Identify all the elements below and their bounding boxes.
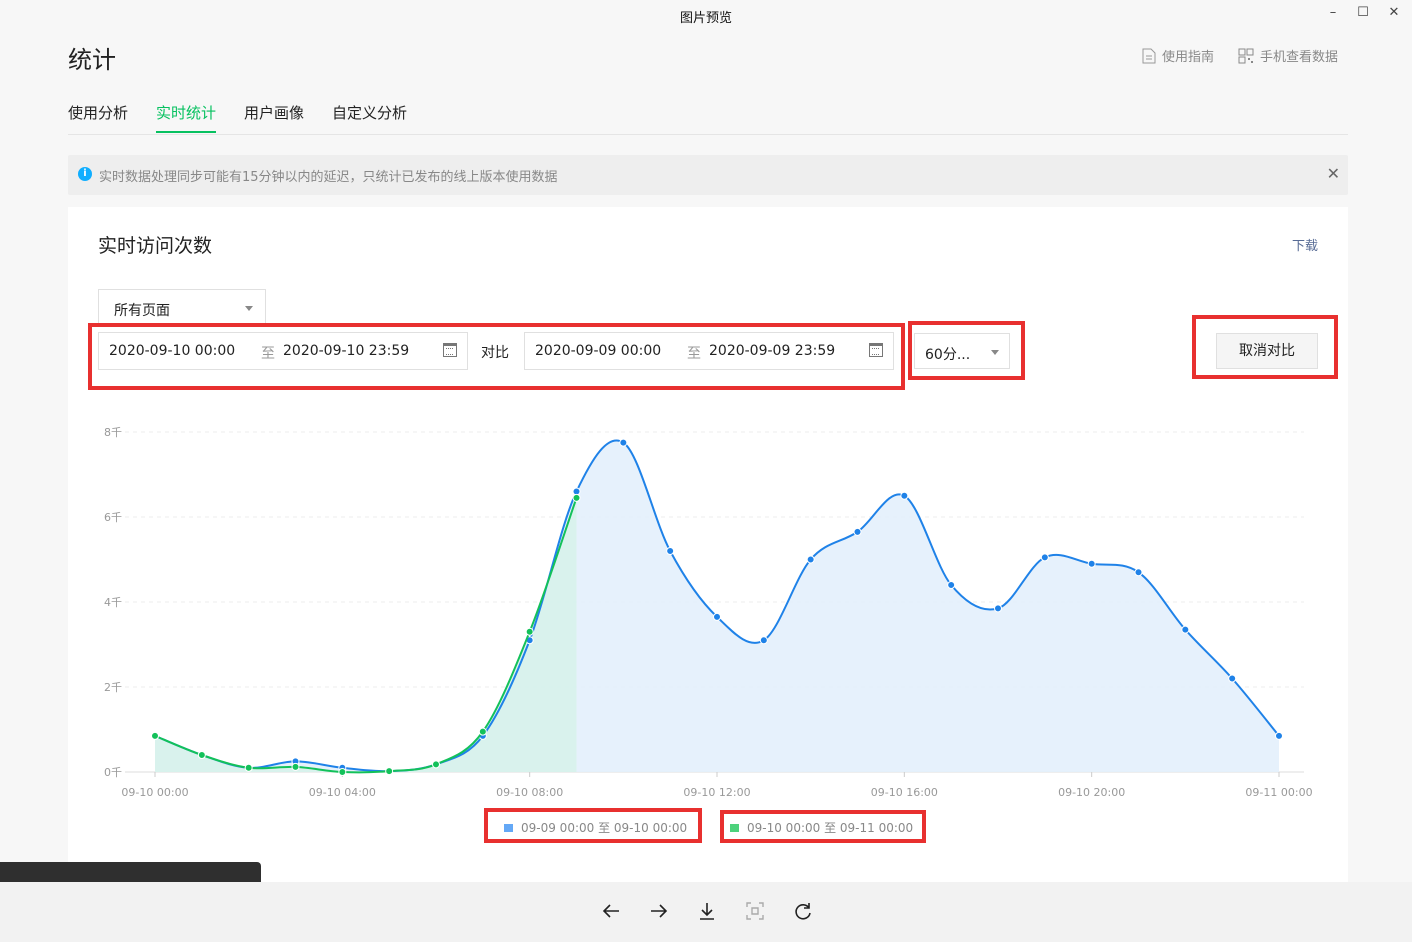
notice-text: 实时数据处理同步可能有15分钟以内的延迟，只统计已发布的线上版本使用数据 (99, 170, 558, 185)
data-point (244, 763, 253, 772)
data-point (572, 493, 581, 502)
y-tick-label: 0千 (104, 766, 122, 779)
window-title: 图片预览 (679, 11, 732, 26)
data-point (900, 491, 909, 500)
download-icon[interactable] (696, 900, 718, 922)
data-point (1275, 731, 1283, 740)
maximize-icon[interactable]: ☐ (1352, 4, 1374, 22)
document-icon (1142, 48, 1156, 64)
x-tick-label: 09-10 08:00 (496, 786, 563, 799)
data-point (947, 581, 956, 589)
x-tick-label: 09-11 00:00 (1245, 786, 1312, 799)
tab-user-profile[interactable]: 用户画像 (244, 102, 304, 131)
tab-bar: 使用分析 实时统计 用户画像 自定义分析 (68, 102, 1348, 135)
tab-usage-analysis[interactable]: 使用分析 (68, 102, 128, 131)
x-tick-label: 09-10 00:00 (121, 786, 188, 799)
mobile-data-link[interactable]: 手机查看数据 (1238, 46, 1338, 65)
x-tick-label: 09-10 12:00 (683, 786, 750, 799)
data-point (1087, 559, 1096, 568)
data-point (1040, 553, 1049, 562)
y-tick-label: 2千 (104, 681, 122, 694)
tab-custom-analysis[interactable]: 自定义分析 (332, 102, 407, 131)
minimize-icon[interactable]: – (1322, 4, 1344, 22)
notice-bar: i 实时数据处理同步可能有15分钟以内的延迟，只统计已发布的线上版本使用数据 ✕ (68, 155, 1348, 195)
data-point (525, 627, 534, 636)
page-select-value: 所有页面 (114, 303, 170, 319)
data-point (338, 768, 347, 776)
page-title: 统计 (68, 46, 116, 74)
guide-link-label: 使用指南 (1162, 50, 1215, 65)
page-select[interactable]: 所有页面 (98, 289, 266, 325)
preview-toolbar (0, 882, 1412, 942)
y-tick-label: 6千 (104, 511, 122, 524)
highlight-legend-blue (484, 808, 702, 843)
data-point (759, 636, 768, 645)
data-point (994, 604, 1002, 613)
data-point (853, 527, 862, 536)
data-point (1134, 568, 1143, 577)
data-point (197, 751, 206, 759)
qr-code-icon (1238, 48, 1254, 64)
data-point (806, 555, 815, 564)
highlight-legend-green (720, 810, 926, 843)
close-icon[interactable]: ✕ (1383, 4, 1405, 22)
data-point (385, 767, 394, 776)
chevron-down-icon (245, 306, 253, 311)
x-tick-label: 09-10 20:00 (1058, 786, 1125, 799)
data-point (291, 762, 300, 771)
guide-link[interactable]: 使用指南 (1142, 46, 1214, 65)
y-tick-label: 4千 (104, 596, 122, 609)
download-link[interactable]: 下载 (1292, 235, 1318, 254)
realtime-visits-card: 实时访问次数 下载 所有页面 2020-09-10 00:00 至 2020-0… (68, 207, 1348, 882)
fit-screen-icon[interactable] (744, 900, 766, 922)
arrow-left-icon[interactable] (600, 900, 622, 922)
x-tick-label: 09-10 04:00 (309, 786, 376, 799)
highlight-cancel-compare (1192, 315, 1338, 379)
data-point (1228, 674, 1237, 683)
info-icon: i (78, 167, 92, 181)
data-point (666, 547, 675, 555)
data-point (432, 760, 440, 769)
tab-realtime-stats[interactable]: 实时统计 (156, 102, 217, 133)
realtime-visits-chart: 0千 2千 4千 6千 8千 09-10 00:00 09-10 04:00 09-10 08… (104, 426, 1313, 799)
toast-bar (0, 862, 261, 882)
window-titlebar: 图片预览 – ☐ ✕ (0, 0, 1412, 32)
series-area (155, 440, 1279, 772)
data-point (478, 727, 487, 736)
y-tick-label: 8千 (104, 426, 122, 439)
series-area (155, 497, 577, 773)
notice-close-icon[interactable]: ✕ (1327, 164, 1340, 183)
highlight-date-ranges (88, 323, 905, 390)
rotate-icon[interactable] (792, 900, 814, 922)
data-point (619, 438, 628, 447)
highlight-interval-select (908, 321, 1025, 380)
data-point (151, 731, 159, 740)
card-title: 实时访问次数 (98, 235, 213, 257)
data-point (713, 612, 721, 621)
arrow-right-icon[interactable] (648, 900, 670, 922)
mobile-data-link-label: 手机查看数据 (1260, 50, 1339, 65)
x-tick-label: 09-10 16:00 (871, 786, 938, 799)
data-point (1181, 625, 1190, 634)
